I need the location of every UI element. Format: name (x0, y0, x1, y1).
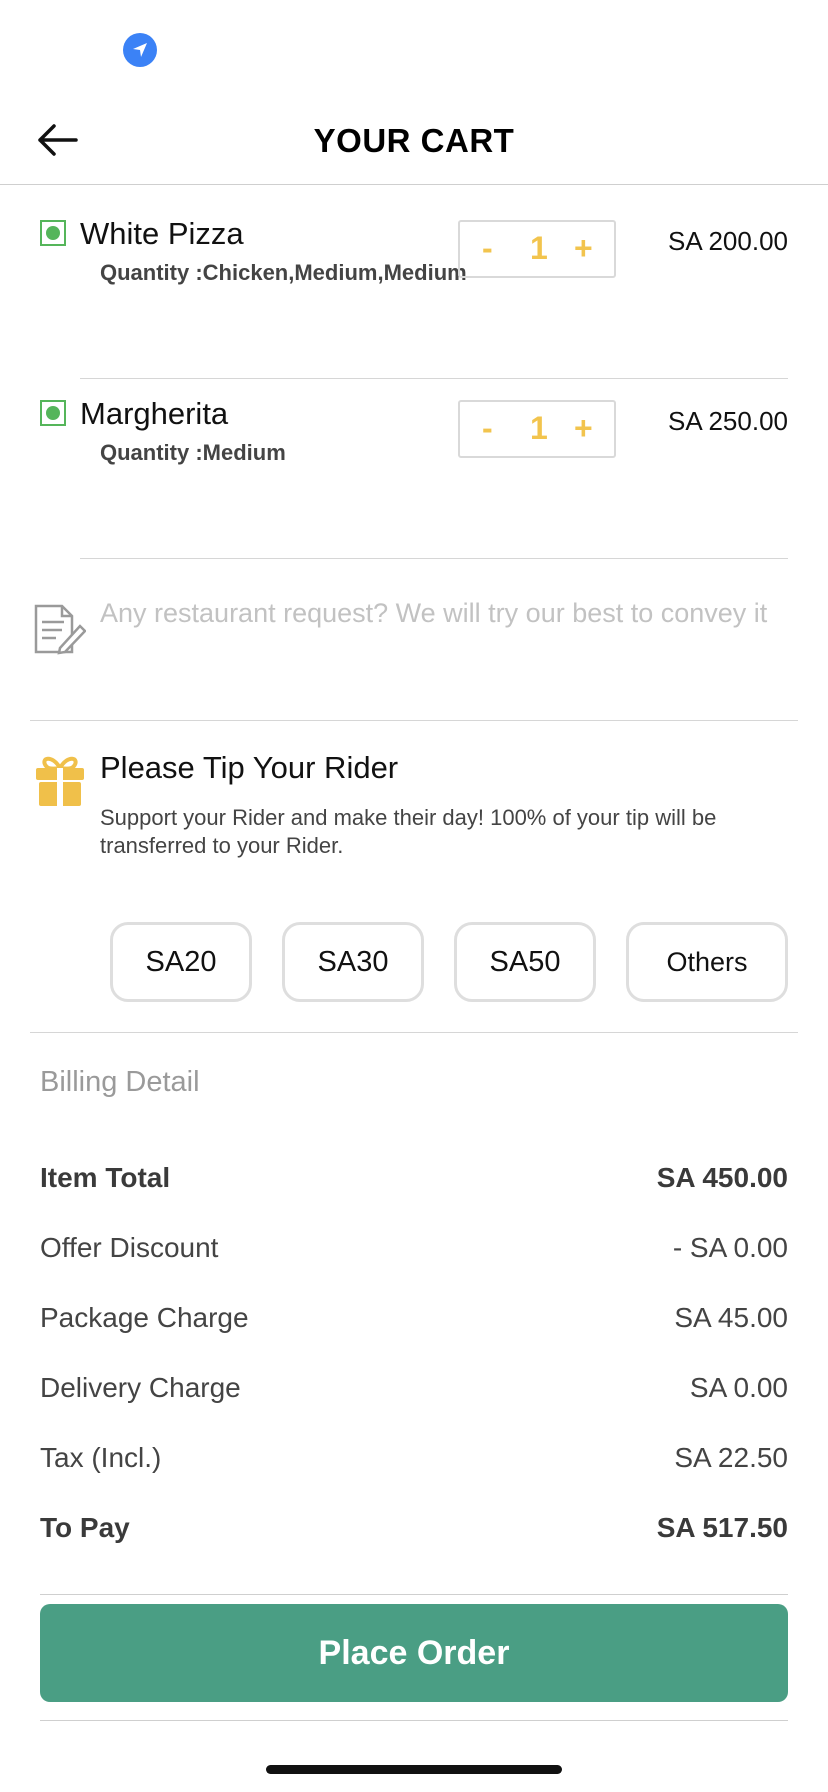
home-indicator (266, 1765, 562, 1774)
bill-label: Delivery Charge (40, 1372, 241, 1403)
item-name: Margherita (80, 396, 229, 431)
decrement-button[interactable]: - (482, 410, 493, 447)
bill-label: Tax (Incl.) (40, 1442, 162, 1473)
bill-row-tax: Tax (Incl.) SA 22.50 (40, 1442, 788, 1474)
bill-row-item-total: Item Total SA 450.00 (40, 1162, 788, 1194)
bill-row-package-charge: Package Charge SA 45.00 (40, 1302, 788, 1334)
location-arrow-icon (123, 33, 157, 67)
item-price: SA 250.00 (668, 406, 788, 436)
item-divider (80, 378, 788, 379)
tip-option-button[interactable]: SA30 (282, 922, 424, 1002)
item-name: White Pizza (80, 216, 244, 251)
section-divider (30, 1032, 798, 1033)
bill-value: SA 45.00 (674, 1302, 788, 1333)
bill-label: Offer Discount (40, 1232, 219, 1263)
item-divider (80, 558, 788, 559)
bill-row-offer-discount: Offer Discount - SA 0.00 (40, 1232, 788, 1264)
header-divider (0, 184, 828, 185)
quantity-value: 1 (530, 410, 548, 446)
footer-divider (40, 1720, 788, 1721)
veg-indicator-icon (40, 220, 66, 246)
tip-other-button[interactable]: Others (626, 922, 788, 1002)
billing-heading: Billing Detail (40, 1066, 200, 1098)
page-title: YOUR CART (313, 122, 515, 159)
bill-label: Package Charge (40, 1302, 249, 1333)
bill-label: Item Total (40, 1162, 171, 1193)
bill-row-to-pay: To Pay SA 517.50 (40, 1512, 788, 1544)
bill-value: SA 0.00 (689, 1372, 788, 1403)
item-price: SA 200.00 (668, 226, 788, 256)
bill-row-delivery-charge: Delivery Charge SA 0.00 (40, 1372, 788, 1404)
footer-divider (40, 1594, 788, 1595)
restaurant-request-input[interactable]: Any restaurant request? We will try our … (100, 596, 800, 630)
tip-option-button[interactable]: SA20 (110, 922, 252, 1002)
decrement-button[interactable]: - (482, 230, 493, 267)
bill-label: To Pay (40, 1512, 130, 1543)
item-options: Quantity :Medium (100, 440, 286, 465)
tip-option-button[interactable]: SA50 (454, 922, 596, 1002)
tip-description: Support your Rider and make their day! 1… (100, 805, 717, 858)
veg-indicator-icon (40, 400, 66, 426)
place-order-button[interactable]: Place Order (40, 1604, 788, 1702)
quantity-value: 1 (530, 230, 548, 266)
gift-icon (34, 752, 86, 808)
bill-value: SA 450.00 (656, 1162, 788, 1193)
bill-value: SA 22.50 (674, 1442, 788, 1473)
tip-title: Please Tip Your Rider (100, 750, 399, 785)
note-pencil-icon (32, 602, 87, 656)
section-divider (30, 720, 798, 721)
bill-value: - SA 0.00 (672, 1232, 788, 1263)
bill-value: SA 517.50 (656, 1512, 788, 1543)
item-options: Quantity :Chicken,Medium,Medium (100, 260, 467, 285)
